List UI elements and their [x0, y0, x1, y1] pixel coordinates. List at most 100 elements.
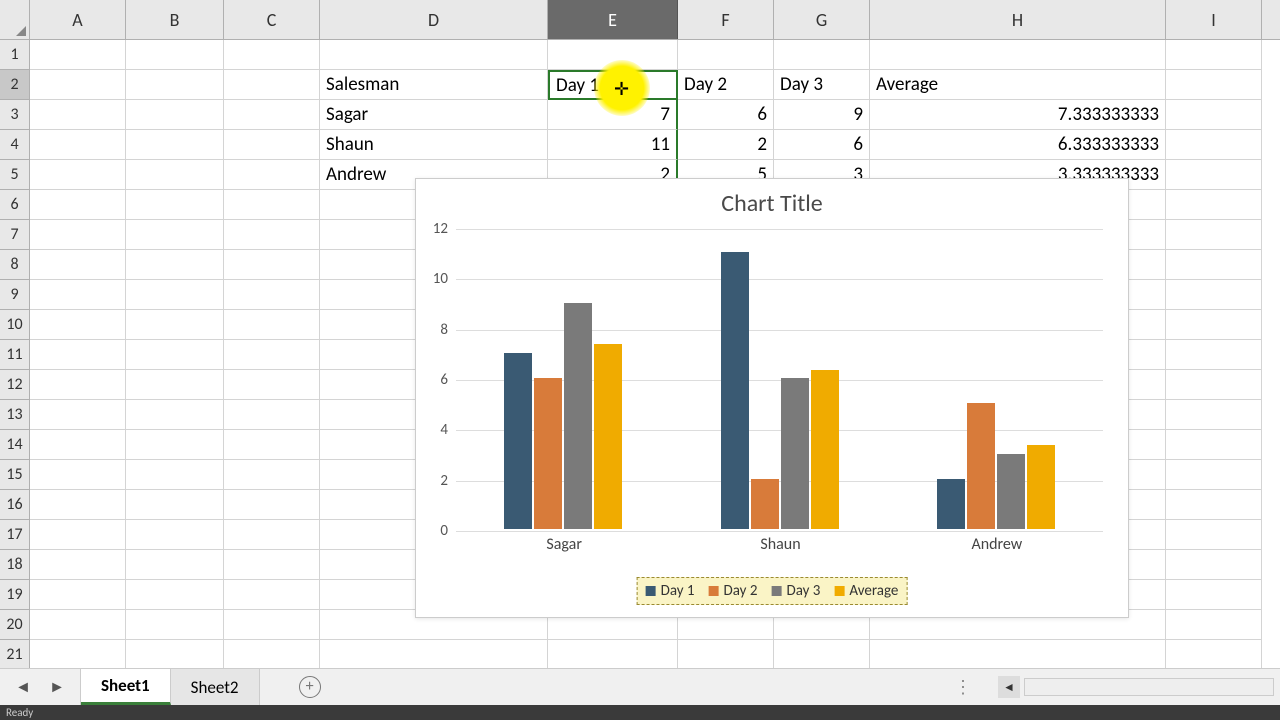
cell[interactable] — [126, 460, 224, 490]
cell[interactable] — [224, 490, 320, 520]
row-header-20[interactable]: 20 — [0, 610, 30, 640]
cell[interactable] — [1166, 70, 1262, 100]
cell[interactable] — [126, 70, 224, 100]
cell[interactable] — [126, 520, 224, 550]
cell[interactable] — [126, 310, 224, 340]
cell[interactable] — [1166, 430, 1262, 460]
col-header-A[interactable]: A — [30, 0, 126, 39]
cell[interactable] — [30, 250, 126, 280]
chart-bar[interactable] — [811, 370, 839, 529]
row-header-15[interactable]: 15 — [0, 460, 30, 490]
cell[interactable] — [30, 460, 126, 490]
cell[interactable] — [126, 340, 224, 370]
cell[interactable] — [320, 640, 548, 670]
cell[interactable] — [126, 610, 224, 640]
cell[interactable] — [1166, 250, 1262, 280]
chart-plot-area[interactable]: 024681012SagarShaunAndrew — [456, 229, 1103, 529]
cell[interactable] — [224, 520, 320, 550]
cell[interactable] — [1166, 40, 1262, 70]
cell[interactable] — [1166, 310, 1262, 340]
chart-bar[interactable] — [937, 479, 965, 529]
cell[interactable] — [774, 40, 870, 70]
cell[interactable] — [1166, 550, 1262, 580]
cell[interactable] — [30, 130, 126, 160]
cell[interactable] — [224, 280, 320, 310]
cell[interactable] — [224, 640, 320, 670]
cell[interactable] — [224, 190, 320, 220]
cell[interactable] — [126, 370, 224, 400]
cell[interactable] — [30, 610, 126, 640]
cell[interactable] — [30, 370, 126, 400]
col-header-E[interactable]: E — [548, 0, 678, 39]
select-all-corner[interactable] — [0, 0, 30, 40]
row-header-19[interactable]: 19 — [0, 580, 30, 610]
chart-bar[interactable] — [564, 303, 592, 530]
cell[interactable] — [1166, 610, 1262, 640]
cell[interactable]: Salesman — [320, 70, 548, 100]
cell[interactable]: Day 1 — [548, 70, 678, 100]
cell[interactable] — [30, 310, 126, 340]
add-sheet-button[interactable]: + — [290, 676, 330, 698]
chart-bar[interactable] — [504, 353, 532, 529]
row-header-4[interactable]: 4 — [0, 130, 30, 160]
row-header-5[interactable]: 5 — [0, 160, 30, 190]
chart-bar[interactable] — [721, 252, 749, 529]
horizontal-scroll[interactable]: ⋮ ◄ — [954, 676, 1274, 698]
cell[interactable] — [30, 70, 126, 100]
col-header-G[interactable]: G — [774, 0, 870, 39]
legend-item[interactable]: Average — [834, 582, 898, 600]
row-header-1[interactable]: 1 — [0, 40, 30, 70]
cell[interactable] — [678, 40, 774, 70]
spreadsheet-grid[interactable]: A B C D E F G H I 1234567891011121314151… — [0, 0, 1280, 668]
cell[interactable] — [548, 40, 678, 70]
cell[interactable]: Day 3 — [774, 70, 870, 100]
cell[interactable] — [126, 400, 224, 430]
cell[interactable] — [126, 40, 224, 70]
cell[interactable] — [30, 340, 126, 370]
cell[interactable] — [126, 580, 224, 610]
cell[interactable]: 9 — [774, 100, 870, 130]
col-header-F[interactable]: F — [678, 0, 774, 39]
tab-split-handle[interactable]: ⋮ — [954, 676, 974, 698]
cell[interactable]: 6 — [774, 130, 870, 160]
row-header-9[interactable]: 9 — [0, 280, 30, 310]
cell[interactable] — [1166, 190, 1262, 220]
cell[interactable] — [30, 550, 126, 580]
cell[interactable] — [224, 250, 320, 280]
legend-item[interactable]: Day 3 — [771, 582, 820, 600]
cell[interactable] — [1166, 640, 1262, 670]
cell[interactable] — [126, 130, 224, 160]
cell[interactable] — [126, 100, 224, 130]
row-header-21[interactable]: 21 — [0, 640, 30, 670]
chart-bar[interactable] — [781, 378, 809, 529]
cell[interactable] — [224, 430, 320, 460]
cell[interactable] — [30, 100, 126, 130]
cell[interactable] — [224, 370, 320, 400]
cell[interactable] — [224, 100, 320, 130]
tab-next-button[interactable]: ► — [40, 672, 74, 702]
row-header-8[interactable]: 8 — [0, 250, 30, 280]
cell[interactable] — [224, 580, 320, 610]
cell[interactable] — [30, 430, 126, 460]
row-header-16[interactable]: 16 — [0, 490, 30, 520]
embedded-chart[interactable]: Chart Title 024681012SagarShaunAndrew Da… — [415, 178, 1129, 618]
sheet-tab-2[interactable]: Sheet2 — [171, 669, 260, 705]
cell[interactable] — [126, 280, 224, 310]
cell[interactable] — [126, 490, 224, 520]
cell[interactable] — [224, 220, 320, 250]
chart-bar[interactable] — [967, 403, 995, 529]
cell[interactable] — [126, 430, 224, 460]
cell[interactable]: Shaun — [320, 130, 548, 160]
cell[interactable]: 7 — [548, 100, 678, 130]
cell[interactable] — [30, 190, 126, 220]
col-header-B[interactable]: B — [126, 0, 224, 39]
cell[interactable]: 7.333333333 — [870, 100, 1166, 130]
cell[interactable] — [30, 580, 126, 610]
row-header-14[interactable]: 14 — [0, 430, 30, 460]
cell[interactable] — [224, 610, 320, 640]
cell[interactable] — [224, 40, 320, 70]
cell[interactable] — [1166, 490, 1262, 520]
cell[interactable] — [30, 40, 126, 70]
chart-title[interactable]: Chart Title — [416, 179, 1128, 222]
cell[interactable] — [1166, 220, 1262, 250]
